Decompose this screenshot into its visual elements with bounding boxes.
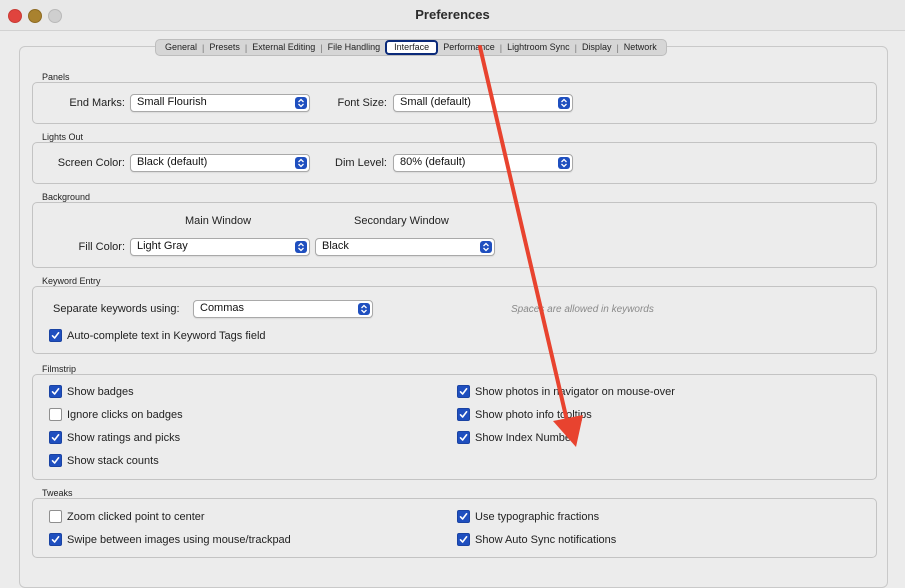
show-ratings-checkbox[interactable]: Show ratings and picks	[49, 431, 180, 444]
panels-group-title: Panels	[42, 72, 70, 82]
show-index-number-label: Show Index Number	[475, 431, 575, 444]
screen-color-select[interactable]: Black (default)	[130, 154, 310, 172]
secondary-fill-color-value: Black	[322, 240, 349, 252]
dim-level-select[interactable]: 80% (default)	[393, 154, 573, 172]
checkmark-icon	[457, 408, 470, 421]
show-navigator-label: Show photos in navigator on mouse-over	[475, 385, 675, 398]
window-title: Preferences	[415, 7, 490, 22]
up-down-chevron-icon	[558, 97, 570, 109]
show-info-tooltips-label: Show photo info tooltips	[475, 408, 592, 421]
end-marks-label: End Marks:	[69, 97, 125, 109]
lights-out-group-title: Lights Out	[42, 132, 84, 142]
swipe-between-images-label: Swipe between images using mouse/trackpa…	[67, 533, 291, 546]
ignore-clicks-checkbox[interactable]: Ignore clicks on badges	[49, 408, 183, 421]
main-fill-color-value: Light Gray	[137, 240, 188, 252]
zoom-clicked-point-label: Zoom clicked point to center	[67, 510, 205, 523]
ignore-clicks-label: Ignore clicks on badges	[67, 408, 183, 421]
auto-sync-notifications-label: Show Auto Sync notifications	[475, 533, 617, 546]
checkmark-icon	[457, 533, 470, 546]
tab-display[interactable]: Display	[577, 40, 617, 55]
show-stack-counts-checkbox[interactable]: Show stack counts	[49, 454, 159, 467]
tab-performance[interactable]: Performance	[438, 40, 500, 55]
keyword-entry-group-title: Keyword Entry	[42, 276, 101, 286]
tab-file-handling[interactable]: File Handling	[323, 40, 386, 55]
separate-keywords-value: Commas	[200, 302, 245, 314]
unchecked-box-icon	[49, 510, 62, 523]
tab-network[interactable]: Network	[619, 40, 662, 55]
show-badges-checkbox[interactable]: Show badges	[49, 385, 134, 398]
show-badges-label: Show badges	[67, 385, 134, 398]
font-size-value: Small (default)	[400, 96, 471, 108]
tweaks-group-title: Tweaks	[42, 488, 73, 498]
fill-color-label: Fill Color:	[78, 241, 125, 253]
checkmark-icon	[457, 510, 470, 523]
preferences-tab-bar: General | Presets | External Editing | F…	[155, 39, 667, 56]
up-down-chevron-icon	[558, 157, 570, 169]
checkmark-icon	[49, 329, 62, 342]
autocomplete-keyword-label: Auto-complete text in Keyword Tags field	[67, 329, 266, 342]
tab-general[interactable]: General	[160, 40, 202, 55]
show-ratings-label: Show ratings and picks	[67, 431, 181, 444]
filmstrip-group-title: Filmstrip	[42, 364, 76, 374]
typographic-fractions-label: Use typographic fractions	[475, 510, 600, 523]
keyword-entry-group	[32, 286, 877, 354]
screen-color-label: Screen Color:	[57, 157, 125, 169]
dim-level-value: 80% (default)	[400, 156, 466, 168]
tab-presets[interactable]: Presets	[204, 40, 245, 55]
up-down-chevron-icon	[480, 241, 492, 253]
checkmark-icon	[49, 385, 62, 398]
tab-interface[interactable]: Interface	[385, 40, 439, 55]
end-marks-select[interactable]: Small Flourish	[130, 94, 310, 112]
background-group-title: Background	[42, 192, 91, 202]
zoom-clicked-point-checkbox[interactable]: Zoom clicked point to center	[49, 510, 205, 523]
show-info-tooltips-checkbox[interactable]: Show photo info tooltips	[457, 408, 592, 421]
checkmark-icon	[49, 431, 62, 444]
show-index-number-checkbox[interactable]: Show Index Number	[457, 431, 575, 444]
main-fill-color-select[interactable]: Light Gray	[130, 238, 310, 256]
secondary-fill-color-select[interactable]: Black	[315, 238, 495, 256]
typographic-fractions-checkbox[interactable]: Use typographic fractions	[457, 510, 599, 523]
tweaks-group	[32, 498, 877, 558]
unchecked-box-icon	[49, 408, 62, 421]
show-navigator-checkbox[interactable]: Show photos in navigator on mouse-over	[457, 385, 675, 398]
background-group	[32, 202, 877, 268]
secondary-window-label: Secondary Window	[354, 215, 449, 227]
swipe-between-images-checkbox[interactable]: Swipe between images using mouse/trackpa…	[49, 533, 291, 546]
separate-keywords-select[interactable]: Commas	[193, 300, 373, 318]
show-stack-counts-label: Show stack counts	[67, 454, 159, 467]
font-size-select[interactable]: Small (default)	[393, 94, 573, 112]
keywords-spaces-hint: Spaces are allowed in keywords	[511, 304, 654, 315]
main-window-label: Main Window	[185, 215, 252, 227]
checkmark-icon	[49, 454, 62, 467]
tab-lightroom-sync[interactable]: Lightroom Sync	[502, 40, 575, 55]
checkmark-icon	[457, 385, 470, 398]
checkmark-icon	[49, 533, 62, 546]
font-size-label: Font Size:	[337, 97, 387, 109]
end-marks-value: Small Flourish	[137, 96, 207, 108]
separate-keywords-label: Separate keywords using:	[53, 303, 180, 315]
dim-level-label: Dim Level:	[335, 157, 387, 169]
up-down-chevron-icon	[295, 241, 307, 253]
autocomplete-keyword-checkbox[interactable]: Auto-complete text in Keyword Tags field	[49, 329, 266, 342]
tab-external-editing[interactable]: External Editing	[247, 40, 320, 55]
title-bar: Preferences	[0, 0, 905, 31]
up-down-chevron-icon	[358, 303, 370, 315]
auto-sync-notifications-checkbox[interactable]: Show Auto Sync notifications	[457, 533, 616, 546]
screen-color-value: Black (default)	[137, 156, 208, 168]
checkmark-icon	[457, 431, 470, 444]
